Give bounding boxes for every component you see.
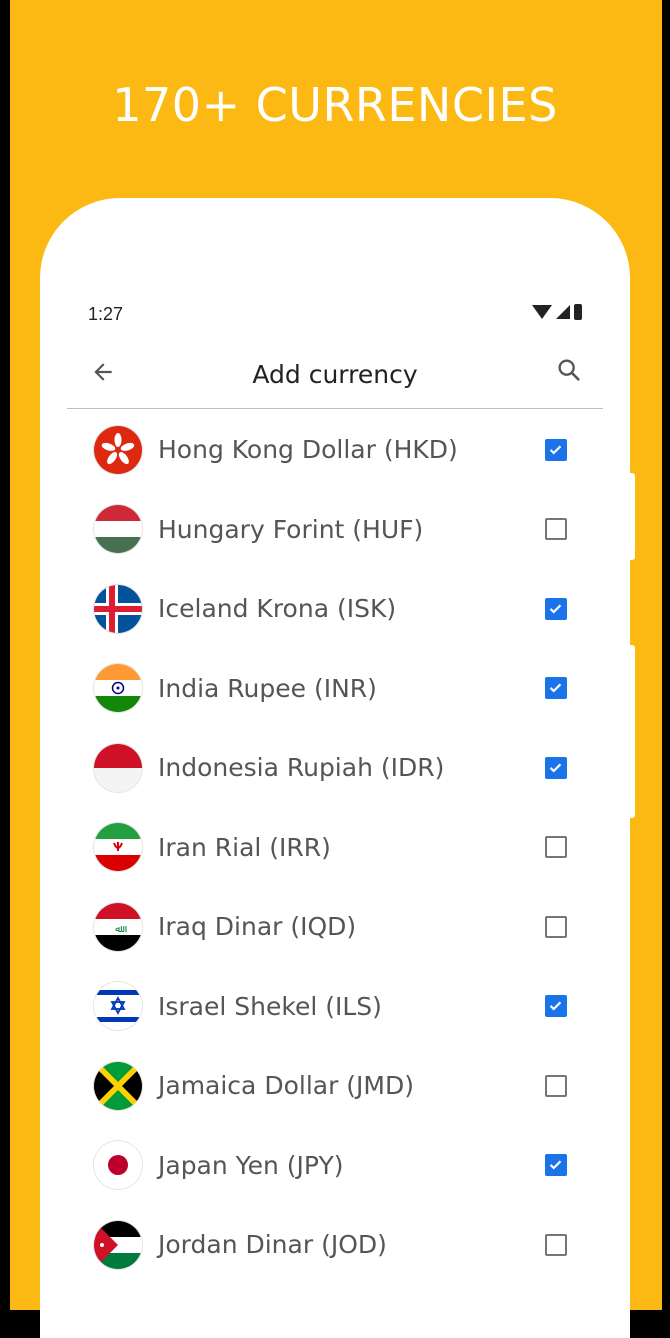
currency-checkbox[interactable]: [545, 518, 567, 541]
signal-icon: [556, 305, 570, 319]
currency-row[interactable]: Iran Rial (IRR): [40, 808, 630, 888]
currency-name: Jamaica Dollar (JMD): [158, 1071, 415, 1101]
app-bar: Add currency: [67, 338, 603, 409]
side-button-bottom: [629, 645, 635, 818]
ir-flag-icon: [94, 823, 142, 872]
promo-title: 170+ CURRENCIES: [112, 78, 558, 132]
search-icon: [558, 359, 580, 381]
checkmark-icon: [549, 683, 562, 693]
is-flag-icon: [94, 584, 142, 633]
currency-row[interactable]: ﷲ Iraq Dinar (IQD): [40, 887, 630, 967]
in-flag-icon: [94, 664, 142, 713]
checkmark-icon: [549, 1160, 562, 1170]
currency-name: Israel Shekel (ILS): [158, 991, 382, 1021]
currency-row[interactable]: Jamaica Dollar (JMD): [40, 1046, 630, 1126]
page-title: Add currency: [252, 360, 418, 389]
currency-row[interactable]: Hungary Forint (HUF): [40, 490, 630, 570]
currency-checkbox[interactable]: [545, 438, 567, 461]
currency-name: India Rupee (INR): [158, 673, 377, 703]
hk-flag-icon: [94, 425, 142, 474]
currency-checkbox[interactable]: [545, 1074, 567, 1097]
currency-name: Iran Rial (IRR): [158, 832, 331, 862]
currency-row[interactable]: Indonesia Rupiah (IDR): [40, 728, 630, 808]
jo-flag-icon: [94, 1220, 142, 1269]
currency-row[interactable]: Iceland Krona (ISK): [40, 569, 630, 649]
wifi-icon: [532, 305, 552, 319]
currency-row[interactable]: Hong Kong Dollar (HKD): [40, 410, 630, 490]
currency-checkbox[interactable]: [545, 597, 567, 620]
currency-name: Iraq Dinar (IQD): [158, 912, 357, 942]
hu-flag-icon: [94, 505, 142, 554]
search-button[interactable]: [553, 354, 585, 386]
checkmark-icon: [549, 1001, 562, 1011]
currency-name: Indonesia Rupiah (IDR): [158, 753, 445, 783]
jp-flag-icon: [94, 1141, 142, 1190]
currency-list: Hong Kong Dollar (HKD) Hungary Forint (HU…: [40, 410, 630, 1285]
checkmark-icon: [549, 445, 562, 455]
status-time: 1:27: [88, 304, 124, 324]
currency-checkbox[interactable]: [545, 915, 567, 938]
currency-row[interactable]: Jordan Dinar (JOD): [40, 1205, 630, 1285]
currency-checkbox[interactable]: [545, 1154, 567, 1177]
jm-flag-icon: [94, 1061, 142, 1110]
il-flag-icon: [94, 982, 142, 1031]
currency-checkbox[interactable]: [545, 1233, 567, 1256]
currency-checkbox[interactable]: [545, 756, 567, 779]
currency-name: Iceland Krona (ISK): [158, 594, 397, 624]
status-icons: [532, 304, 582, 320]
currency-row[interactable]: Japan Yen (JPY): [40, 1126, 630, 1206]
checkmark-icon: [549, 604, 562, 614]
currency-checkbox[interactable]: [545, 995, 567, 1018]
currency-name: Japan Yen (JPY): [158, 1150, 344, 1180]
currency-name: Hungary Forint (HUF): [158, 514, 424, 544]
phone-frame: 1:27 Add currency Hong Kong Dollar (HKD)…: [40, 198, 630, 1338]
checkmark-icon: [549, 763, 562, 773]
id-flag-icon: [94, 743, 142, 792]
side-button-top: [629, 473, 635, 560]
currency-checkbox[interactable]: [545, 836, 567, 859]
currency-name: Jordan Dinar (JOD): [158, 1230, 387, 1260]
currency-row[interactable]: India Rupee (INR): [40, 649, 630, 729]
currency-checkbox[interactable]: [545, 677, 567, 700]
iq-flag-icon: ﷲ: [94, 902, 142, 951]
currency-row[interactable]: Israel Shekel (ILS): [40, 967, 630, 1047]
currency-name: Hong Kong Dollar (HKD): [158, 435, 458, 465]
battery-icon: [574, 304, 582, 320]
